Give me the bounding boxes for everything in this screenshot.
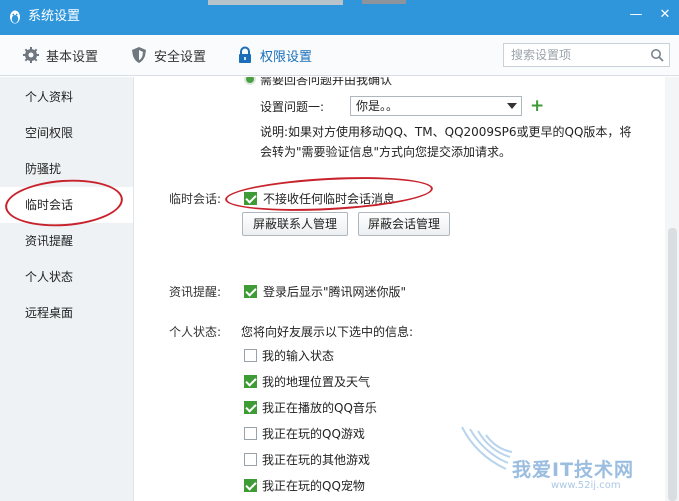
sidebar-item-profile[interactable]: 个人资料 [0,79,133,115]
sidebar-item-remote-desktop[interactable]: 远程桌面 [0,295,133,331]
tab-permission-settings-label: 权限设置 [260,49,313,65]
close-button[interactable]: ✕ [658,8,672,22]
verify-radio-label: 需要回答问题并由我确认 [260,77,393,87]
sidebar: 个人资料 空间权限 防骚扰 临时会话 资讯提醒 个人状态 远程桌面 [0,77,134,501]
temp-session-label: 临时会话: [169,192,222,206]
status-option-checkbox-music[interactable] [244,401,257,414]
window-title: 系统设置 [28,9,81,24]
verify-radio-button[interactable] [244,77,256,85]
status-option-checkbox-typing[interactable] [244,349,257,362]
search-input[interactable] [504,44,634,66]
verify-note-line1: 说明:如果对方使用移动QQ、TM、QQ2009SP6或更早的QQ版本，将 [260,125,632,139]
status-option-checkbox-qq-pet[interactable] [244,479,257,492]
status-option-checkbox-location[interactable] [244,375,257,388]
status-option-checkbox-qq-game[interactable] [244,427,257,440]
status-option-label: 我正在播放的QQ音乐 [262,401,377,415]
blocked-contacts-button[interactable]: 屏蔽联系人管理 [242,212,348,236]
tab-security-settings[interactable]: 安全设置 [130,44,206,66]
sidebar-item-personal-status[interactable]: 个人状态 [0,259,133,295]
search-box[interactable] [503,43,670,67]
gear-icon [23,47,39,63]
search-icon[interactable] [650,48,664,62]
tab-basic-settings[interactable]: 基本设置 [22,44,98,66]
status-option-label: 我的地理位置及天气 [262,375,371,389]
show-mini-news-checkbox[interactable] [244,285,257,298]
status-option-label: 我正在玩的QQ游戏 [262,427,365,441]
tab-security-settings-label: 安全设置 [154,49,207,65]
personal-status-label: 个人状态: [169,325,222,339]
status-option-label: 我正在玩的其他游戏 [262,453,371,467]
personal-status-intro: 您将向好友展示以下选中的信息: [241,325,414,339]
watermark-url: www.52ij.com [551,480,621,491]
news-reminder-label: 资讯提醒: [169,285,222,299]
title-bar-decoration [362,0,406,4]
watermark-text: 我爱IT技术网 [512,459,635,481]
tab-permission-settings[interactable]: 权限设置 [236,44,312,66]
blocked-sessions-button[interactable]: 屏蔽会话管理 [358,212,450,236]
status-option-label: 我正在玩的QQ宠物 [262,479,365,493]
title-bar [0,0,679,35]
add-question-icon[interactable]: + [530,98,544,115]
lock-icon [239,46,251,63]
question-label: 设置问题一: [260,100,325,114]
shield-icon [132,47,146,63]
tab-basic-settings-label: 基本设置 [46,49,99,65]
title-bar-decoration [208,0,343,5]
show-mini-news-label: 登录后显示"腾讯网迷你版" [263,285,407,299]
question-select[interactable]: 你是。。 [350,96,522,116]
chevron-down-icon[interactable] [507,103,517,109]
sidebar-item-zone-permission[interactable]: 空间权限 [0,115,133,151]
qq-penguin-icon [10,10,20,24]
status-option-checkbox-other-game[interactable] [244,453,257,466]
verify-note-line2: 会转为"需要验证信息"方式向您提交添加请求。 [260,145,512,159]
sidebar-item-news-reminder[interactable]: 资讯提醒 [0,223,133,259]
question-select-value: 你是。。 [356,99,399,113]
minimize-button[interactable]: — [629,8,643,22]
status-option-label: 我的输入状态 [262,349,335,363]
